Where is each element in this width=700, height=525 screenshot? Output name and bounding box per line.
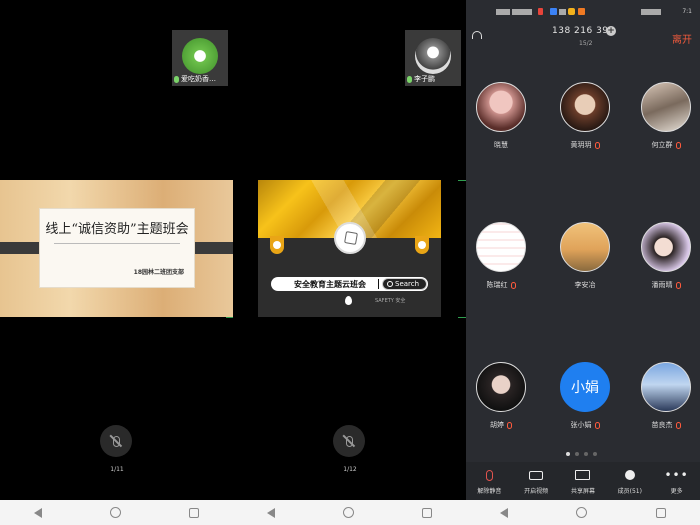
members-icon [624,470,635,480]
shared-slide: 安全教育主题云班会 Search SAFETY 安全 [258,180,441,317]
slide-card: 线上“诚信资助”主题班会 18园林二班团支部 [40,209,194,287]
mute-toggle[interactable] [333,425,365,457]
more-button[interactable]: ••• 更多 [654,466,700,495]
page-indicator: 1/11 [110,466,124,473]
status-clock: 7:1 [682,8,692,15]
participant-avatar [415,38,451,74]
avatar [476,362,526,412]
avatar [560,222,610,272]
back-icon[interactable] [500,507,509,518]
meeting-toolbar: 解除静音 开启视频 共享屏幕 成员(51) ••• 更多 [466,462,700,500]
mic-muted-icon [594,421,600,429]
recent-apps-icon[interactable] [655,507,666,518]
avatar [476,222,526,272]
plus-icon[interactable]: + [606,26,616,36]
signal-icon [496,9,510,15]
member-tile[interactable]: 陈瑞红 [471,222,531,290]
member-tile[interactable]: 晓慧 [471,82,531,150]
mic-muted-icon [675,281,681,289]
right-phone-screen: 7:1 138 216 397 + 15/2 离开 晓慧 黄玥玥 何立群 陈瑞红… [466,0,700,500]
member-tile[interactable]: 李安冶 [555,222,615,290]
more-icon: ••• [664,468,689,482]
mic-muted-icon [594,141,600,149]
avatar [641,82,691,132]
app-icon [568,8,575,15]
avatar [560,82,610,132]
home-icon[interactable] [343,507,354,518]
avatar: 小娟 [560,362,610,412]
member-tile[interactable]: 潘雨晴 [636,222,696,290]
search-icon [387,281,393,287]
avatar [641,362,691,412]
home-icon[interactable] [576,507,588,518]
member-tile[interactable]: 苗良杰 [636,362,696,430]
alarm-icon [641,9,661,15]
member-tile[interactable]: 胡婷 [471,362,531,430]
share-screen-button[interactable]: 共享屏幕 [560,466,606,495]
page-count: 15/2 [579,40,593,47]
back-icon[interactable] [34,507,42,518]
badge-icon [415,236,429,254]
shared-slide: 线上“诚信资助”主题班会 18园林二班团支部 [0,180,233,317]
avatar [641,222,691,272]
participant-thumbnail[interactable]: 爱吃奶香… [172,30,228,86]
slide-search-text: 安全教育主题云班会 [294,280,366,289]
middle-phone-screen: 李子鹏 安全教育主题云班会 Search SAFETY 安全 1/12 [233,0,466,500]
headset-icon[interactable] [472,31,482,39]
mic-muted-icon [510,281,516,289]
participant-name: 李子鹏 [414,75,435,83]
mic-muted-icon [675,141,681,149]
drop-icon [345,296,352,305]
camera-off-icon [529,470,544,480]
leave-button[interactable]: 离开 [672,31,692,46]
app-icon [559,9,566,15]
unmute-button[interactable]: 解除静音 [466,466,512,495]
page-dots [566,452,597,456]
signal-icon [512,9,532,15]
mic-muted-icon [675,421,681,429]
member-tile[interactable]: 何立群 [636,82,696,150]
slide-search-bar: 安全教育主题云班会 Search [271,277,428,291]
mute-toggle[interactable] [100,425,132,457]
member-tile[interactable]: 黄玥玥 [555,82,615,150]
back-icon[interactable] [267,507,275,518]
share-screen-icon [575,470,591,480]
page-indicator: 1/12 [343,466,357,473]
recent-apps-icon[interactable] [189,507,199,518]
system-nav-bar [233,500,466,525]
status-bar: 7:1 [466,0,700,22]
slide-title: 线上“诚信资助”主题班会 [45,222,189,237]
system-nav-bar [0,500,233,525]
slide-footer-text: SAFETY 安全 [375,298,406,304]
recent-apps-icon[interactable] [422,507,432,518]
home-icon[interactable] [110,507,121,518]
slide-search-button: Search [382,278,427,290]
logo-icon [334,222,366,254]
members-button[interactable]: 成员(51) [607,466,653,495]
slide-subtitle: 18园林二班团支部 [133,269,184,276]
participant-thumbnail[interactable]: 李子鹏 [405,30,461,86]
participant-name: 爱吃奶香… [181,75,216,83]
battery-icon [538,8,543,15]
mic-muted-icon [485,469,493,481]
app-icon [550,8,557,15]
mic-muted-icon [507,421,512,429]
badge-icon [270,236,284,254]
left-phone-screen: 爱吃奶香… 线上“诚信资助”主题班会 18园林二班团支部 1/11 [0,0,233,500]
start-video-button[interactable]: 开启视频 [513,466,559,495]
participant-avatar [182,38,218,74]
app-icon [578,8,585,15]
avatar [476,82,526,132]
mic-icon [407,75,412,83]
member-tile[interactable]: 小娟 张小娟 [555,362,615,430]
system-nav-bar [466,500,700,525]
mic-icon [174,75,179,83]
